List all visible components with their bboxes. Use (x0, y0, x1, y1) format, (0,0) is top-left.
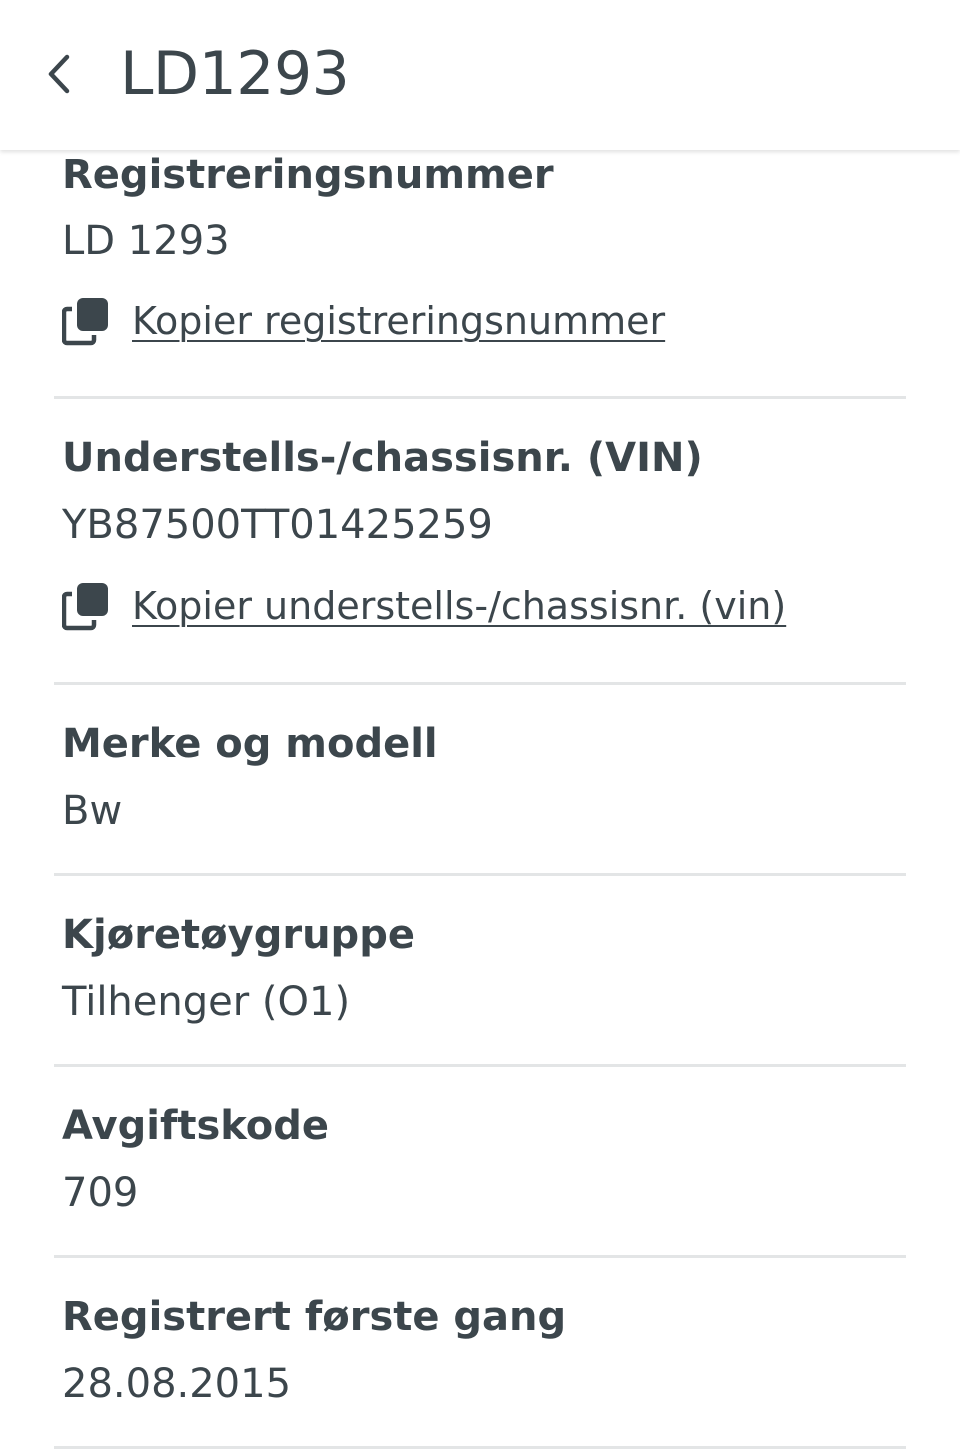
field-value: YB87500TT01425259 (62, 502, 493, 548)
field-value: Bw (62, 788, 123, 834)
copy-registration-label: Kopier registreringsnummer (132, 299, 666, 343)
field-value: Tilhenger (O1) (62, 979, 351, 1025)
field-label: Registreringsnummer (62, 152, 554, 198)
field-make-model: Merke og modell Bw (54, 685, 906, 876)
field-label: Registrert første gang (62, 1294, 567, 1340)
copy-vin-link[interactable]: Kopier understells-/chassisnr. (vin) (62, 581, 786, 631)
app-bar: LD1293 (0, 0, 960, 150)
copy-icon (62, 298, 108, 346)
field-label: Understells-/chassisnr. (VIN) (62, 435, 703, 481)
page-title: LD1293 (120, 39, 350, 109)
field-value: 709 (62, 1170, 139, 1216)
copy-registration-link[interactable]: Kopier registreringsnummer (62, 296, 665, 346)
back-button[interactable] (30, 44, 90, 104)
copy-vin-label: Kopier understells-/chassisnr. (vin) (132, 584, 787, 628)
copy-icon (62, 583, 108, 631)
chevron-left-icon (48, 54, 70, 94)
field-vehicle-group: Kjøretøygruppe Tilhenger (O1) (54, 876, 906, 1067)
field-label: Merke og modell (62, 721, 438, 767)
field-value: 28.08.2015 (62, 1361, 292, 1407)
field-value: LD 1293 (62, 218, 230, 264)
field-vin: Understells-/chassisnr. (VIN) YB87500TT0… (54, 399, 906, 685)
field-registration: Registreringsnummer LD 1293 Kopier regis… (54, 150, 906, 399)
field-label: Avgiftskode (62, 1103, 330, 1149)
vehicle-details: Registreringsnummer LD 1293 Kopier regis… (0, 150, 960, 1450)
field-label: Kjøretøygruppe (62, 912, 415, 958)
field-tax-code: Avgiftskode 709 (54, 1067, 906, 1258)
field-first-registered: Registrert første gang 28.08.2015 (54, 1258, 906, 1449)
